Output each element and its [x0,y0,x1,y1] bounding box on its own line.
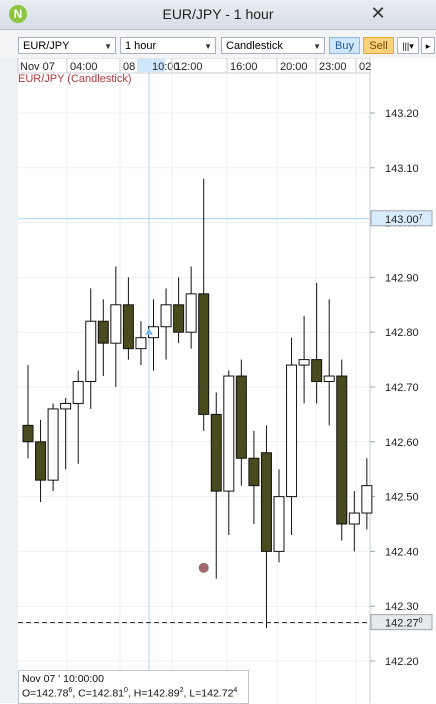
ohlc-close: , C=142.81 [72,687,124,700]
bearish-candle [35,441,47,481]
bearish-candle [198,293,210,415]
ohlc-values: O=142.786, C=142.810, H=142.892, L=142.7… [22,687,237,700]
buy-button[interactable]: Buy [329,37,360,54]
bullish-candle [60,402,72,410]
symbol-value: EUR/JPY [23,40,70,52]
time-tick-label: 02 [359,61,371,73]
time-tick-label: 20:00 [280,61,308,73]
chevron-down-icon: ▼ [313,42,321,51]
bullish-candle [72,381,84,404]
last-price-badge-text: 142.270 [385,618,423,630]
time-tick-label: 08 [123,61,135,73]
close-icon[interactable]: ✕ [368,2,388,24]
chart-toolbar: EUR/JPY ▼ 1 hour ▼ Candlestick ▼ Buy Sel… [0,30,436,59]
bullish-candle [286,364,298,498]
ohlc-time: Nov 07 ' 10:00:00 [22,673,104,685]
timeframe-value: 1 hour [125,40,157,52]
bullish-candle [323,375,335,383]
price-tick-label: 142.30 [385,601,419,613]
last-price-badge-pip: 0 [419,618,423,625]
price-tick-label: 142.20 [385,656,419,668]
bullish-candle [348,512,360,525]
bearish-candle [235,375,247,459]
title-bar: N EUR/JPY - 1 hour ✕ [0,0,436,30]
left-gutter [0,58,18,703]
bullish-candle [135,337,147,350]
bearish-candle [122,304,134,350]
bearish-candle [22,424,34,443]
price-tick-label: 142.60 [385,437,419,449]
price-tick-label: 143.20 [385,108,419,120]
candlestick-chart[interactable]: Nov 07 04:00 08 10:0012:00 16:00 20:00 23:00 02… [0,58,436,703]
ohlc-low: , L=142.72 [183,687,234,700]
price-tick-label: 142.50 [385,492,419,504]
bearish-candle [97,320,109,344]
price-tick-label: 142.80 [385,327,419,339]
bullish-candle [110,304,122,344]
bearish-candle [336,375,348,525]
price-tick-label: 142.40 [385,546,419,558]
bullish-candle [47,408,59,481]
ohlc-info-panel: Nov 07 ' 10:00:00 O=142.786, C=142.810, … [18,670,249,704]
indicators-icon[interactable]: |||▾ [397,37,419,54]
bearish-candle [311,359,323,383]
bullish-candle [185,293,197,333]
bearish-candle [248,457,260,487]
sell-button[interactable]: Sell [363,37,394,54]
chart-series-label: EUR/JPY (Candlestick) [18,73,132,85]
time-tick-label: 23:00 [319,61,347,73]
bullish-candle [223,375,235,492]
crosshair-price-badge-text: 143.007 [385,214,423,226]
bullish-candle [361,485,373,514]
time-tick-label: Nov 07 [20,61,55,73]
chart-type-dropdown[interactable]: Candlestick ▼ [221,37,325,54]
bearish-candle [173,304,185,333]
chart-type-value: Candlestick [226,40,283,52]
bearish-candle [260,452,272,552]
chevron-down-icon: ▼ [204,42,212,51]
timeframe-dropdown[interactable]: 1 hour ▼ [120,37,216,54]
bullish-candle [160,304,172,328]
bullish-candle [273,496,285,552]
time-tick-label: 16:00 [230,61,258,73]
chevron-down-icon: ▼ [104,42,112,51]
symbol-dropdown[interactable]: EUR/JPY ▼ [18,37,116,54]
time-tick-label: 04:00 [70,61,98,73]
crosshair-price-badge-pip: 7 [419,214,423,221]
ohlc-open: O=142.78 [22,687,69,700]
time-tick-label: 12:00 [175,61,203,73]
bearish-candle [210,413,222,492]
trade-marker-icon [198,562,209,573]
ohlc-high: , H=142.89 [127,687,180,700]
bullish-candle [85,320,97,383]
ohlc-low-pip: 4 [233,687,238,694]
more-icon[interactable]: ▸ [421,37,435,54]
price-tick-label: 143.10 [385,163,419,175]
bullish-candle [298,359,310,366]
price-tick-label: 142.90 [385,272,419,284]
price-tick-label: 142.70 [385,382,419,394]
